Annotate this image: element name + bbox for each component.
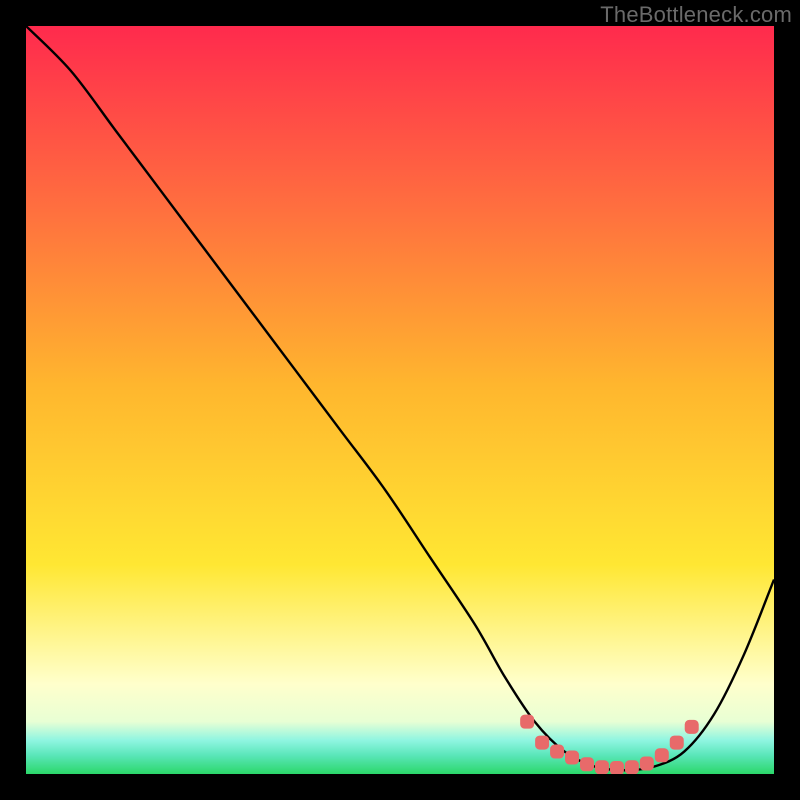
optimal-marker — [551, 745, 564, 758]
plot-area — [26, 26, 774, 774]
watermark-text: TheBottleneck.com — [600, 2, 792, 28]
optimal-marker — [536, 736, 549, 749]
bottleneck-chart — [26, 26, 774, 774]
optimal-marker — [610, 762, 623, 774]
gradient-background — [26, 26, 774, 774]
optimal-marker — [581, 758, 594, 771]
optimal-marker — [655, 749, 668, 762]
optimal-marker — [640, 757, 653, 770]
optimal-marker — [625, 761, 638, 774]
optimal-marker — [685, 720, 698, 733]
chart-frame: TheBottleneck.com — [0, 0, 800, 800]
optimal-marker — [670, 736, 683, 749]
optimal-marker — [595, 761, 608, 774]
optimal-marker — [521, 715, 534, 728]
optimal-marker — [566, 751, 579, 764]
